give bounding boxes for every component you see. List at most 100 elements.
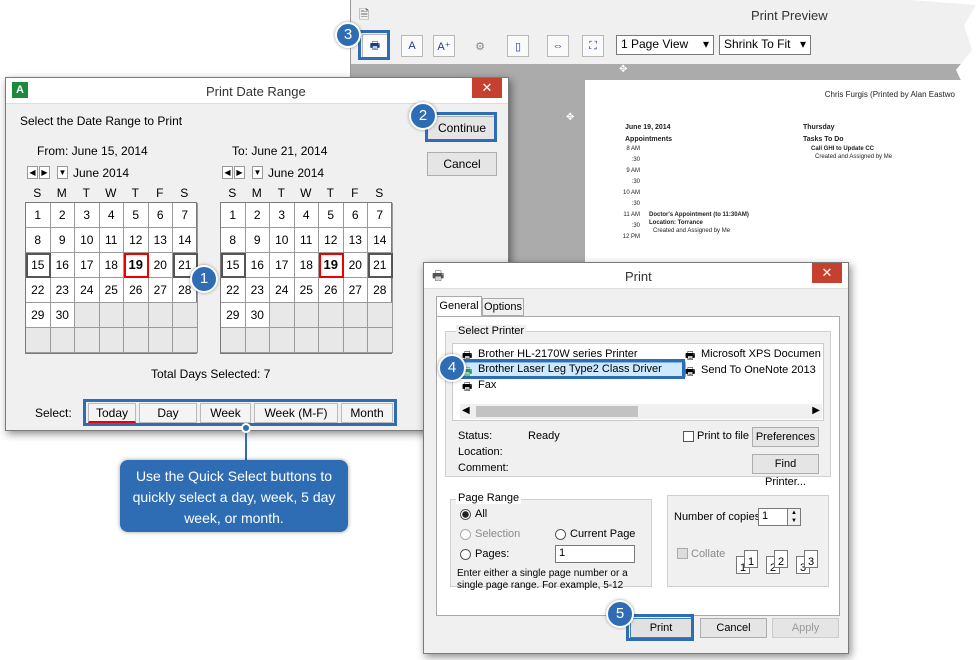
calendar-day[interactable] bbox=[319, 303, 344, 328]
cancel-button[interactable]: Cancel bbox=[700, 618, 767, 638]
calendar-day[interactable]: 21 bbox=[368, 253, 393, 278]
calendar-day[interactable]: 16 bbox=[50, 253, 75, 278]
calendar-day[interactable]: 5 bbox=[319, 203, 344, 228]
calendar-day[interactable]: 28 bbox=[368, 278, 393, 303]
calendar-day[interactable]: 2 bbox=[50, 203, 75, 228]
selection-radio[interactable] bbox=[460, 529, 471, 540]
calendar-day[interactable]: 10 bbox=[75, 228, 100, 253]
fit-page-icon[interactable]: ⛶ bbox=[582, 35, 604, 57]
calendar-day[interactable] bbox=[221, 328, 246, 353]
print-to-file-checkbox[interactable] bbox=[683, 431, 694, 442]
calendar-day[interactable]: 22 bbox=[221, 278, 246, 303]
calendar-day[interactable]: 2 bbox=[245, 203, 270, 228]
calendar-day[interactable]: 30 bbox=[245, 303, 270, 328]
calendar-day[interactable] bbox=[294, 328, 319, 353]
calendar-day[interactable]: 23 bbox=[50, 278, 75, 303]
pages-input[interactable]: 1 bbox=[555, 545, 635, 563]
settings-gear-icon[interactable]: ⚙ bbox=[469, 35, 491, 57]
fit-width-icon[interactable]: ⇔ bbox=[547, 35, 569, 57]
collate-checkbox[interactable] bbox=[677, 548, 688, 559]
calendar-day[interactable]: 1 bbox=[26, 203, 51, 228]
apply-button[interactable]: Apply bbox=[772, 618, 839, 638]
current-page-radio[interactable] bbox=[555, 529, 566, 540]
calendar-day[interactable]: 24 bbox=[270, 278, 295, 303]
calendar-day[interactable]: 26 bbox=[319, 278, 344, 303]
calendar-day[interactable]: 6 bbox=[148, 203, 173, 228]
font-icon[interactable]: A bbox=[401, 35, 423, 57]
from-calendar[interactable]: 1 2 3 4 5 6 7 8 9 10 11 12 13 14 15 16 17 18 19 20 21 22 23 24 2… bbox=[25, 202, 198, 354]
calendar-day[interactable] bbox=[99, 328, 124, 353]
calendar-day[interactable]: 8 bbox=[221, 228, 246, 253]
calendar-day[interactable]: 4 bbox=[294, 203, 319, 228]
month-dropdown-icon[interactable]: ▼ bbox=[57, 166, 68, 179]
calendar-day[interactable] bbox=[124, 328, 149, 353]
calendar-day[interactable]: 20 bbox=[148, 253, 173, 278]
calendar-day[interactable]: 29 bbox=[26, 303, 51, 328]
calendar-day[interactable]: 24 bbox=[75, 278, 100, 303]
calendar-day[interactable] bbox=[368, 328, 393, 353]
scroll-thumb[interactable] bbox=[476, 406, 638, 417]
pages-radio[interactable] bbox=[460, 549, 471, 560]
calendar-day[interactable] bbox=[368, 303, 393, 328]
calendar-day[interactable] bbox=[294, 303, 319, 328]
next-month-icon[interactable]: ▶ bbox=[234, 166, 245, 179]
calendar-day[interactable]: 5 bbox=[124, 203, 149, 228]
to-calendar[interactable]: 1 2 3 4 5 6 7 8 9 10 11 12 13 14 15 16 17 18 19 20 21 22 23 24 2… bbox=[220, 202, 393, 354]
all-radio[interactable] bbox=[460, 509, 471, 520]
calendar-day[interactable] bbox=[270, 328, 295, 353]
next-month-icon[interactable]: ▶ bbox=[39, 166, 50, 179]
calendar-day[interactable]: 14 bbox=[368, 228, 393, 253]
calendar-day[interactable]: 7 bbox=[368, 203, 393, 228]
calendar-day[interactable]: 11 bbox=[99, 228, 124, 253]
calendar-day[interactable]: 22 bbox=[26, 278, 51, 303]
calendar-day[interactable] bbox=[319, 328, 344, 353]
calendar-day[interactable] bbox=[148, 328, 173, 353]
calendar-day[interactable] bbox=[50, 328, 75, 353]
font-size-icon[interactable]: A⁺ bbox=[433, 35, 455, 57]
shrink-fit-select[interactable]: Shrink To Fit ▾ bbox=[719, 35, 811, 55]
calendar-day[interactable]: 16 bbox=[245, 253, 270, 278]
calendar-day[interactable]: 15 bbox=[26, 253, 51, 278]
calendar-day[interactable]: 25 bbox=[294, 278, 319, 303]
calendar-day[interactable] bbox=[75, 303, 100, 328]
preferences-button[interactable]: Preferences bbox=[752, 427, 819, 447]
calendar-day[interactable]: 9 bbox=[245, 228, 270, 253]
calendar-day[interactable] bbox=[124, 303, 149, 328]
calendar-day[interactable] bbox=[173, 328, 198, 353]
page-view-icon[interactable]: ▯ bbox=[507, 35, 529, 57]
calendar-day[interactable]: 3 bbox=[270, 203, 295, 228]
calendar-day[interactable]: 4 bbox=[99, 203, 124, 228]
find-printer-button[interactable]: Find Printer... bbox=[752, 454, 819, 488]
calendar-day[interactable]: 20 bbox=[343, 253, 368, 278]
calendar-day[interactable]: 13 bbox=[343, 228, 368, 253]
calendar-day[interactable]: 19 bbox=[124, 253, 149, 278]
calendar-day[interactable]: 26 bbox=[124, 278, 149, 303]
tab-general[interactable]: General bbox=[436, 296, 482, 317]
calendar-day[interactable]: 13 bbox=[148, 228, 173, 253]
printer-item[interactable]: Fax bbox=[478, 379, 496, 391]
calendar-day[interactable]: 27 bbox=[148, 278, 173, 303]
printer-item[interactable]: Send To OneNote 2013 bbox=[701, 364, 816, 376]
calendar-day[interactable]: 17 bbox=[75, 253, 100, 278]
scroll-left-icon[interactable]: ◀ bbox=[462, 405, 470, 416]
calendar-day[interactable]: 6 bbox=[343, 203, 368, 228]
calendar-day[interactable]: 30 bbox=[50, 303, 75, 328]
calendar-day[interactable] bbox=[245, 328, 270, 353]
calendar-day[interactable]: 25 bbox=[99, 278, 124, 303]
tab-options[interactable]: Options bbox=[482, 298, 524, 316]
close-icon[interactable]: ✕ bbox=[472, 78, 502, 98]
calendar-day[interactable]: 1 bbox=[221, 203, 246, 228]
scroll-right-icon[interactable]: ▶ bbox=[812, 405, 820, 416]
calendar-day[interactable] bbox=[148, 303, 173, 328]
close-icon[interactable]: ✕ bbox=[812, 263, 842, 283]
calendar-day[interactable]: 12 bbox=[319, 228, 344, 253]
calendar-day[interactable]: 9 bbox=[50, 228, 75, 253]
calendar-day[interactable]: 29 bbox=[221, 303, 246, 328]
calendar-day[interactable]: 14 bbox=[173, 228, 198, 253]
calendar-day[interactable]: 27 bbox=[343, 278, 368, 303]
calendar-day[interactable] bbox=[26, 328, 51, 353]
calendar-day[interactable]: 18 bbox=[99, 253, 124, 278]
calendar-day[interactable]: 7 bbox=[173, 203, 198, 228]
cancel-button[interactable]: Cancel bbox=[427, 152, 497, 176]
calendar-day[interactable] bbox=[75, 328, 100, 353]
